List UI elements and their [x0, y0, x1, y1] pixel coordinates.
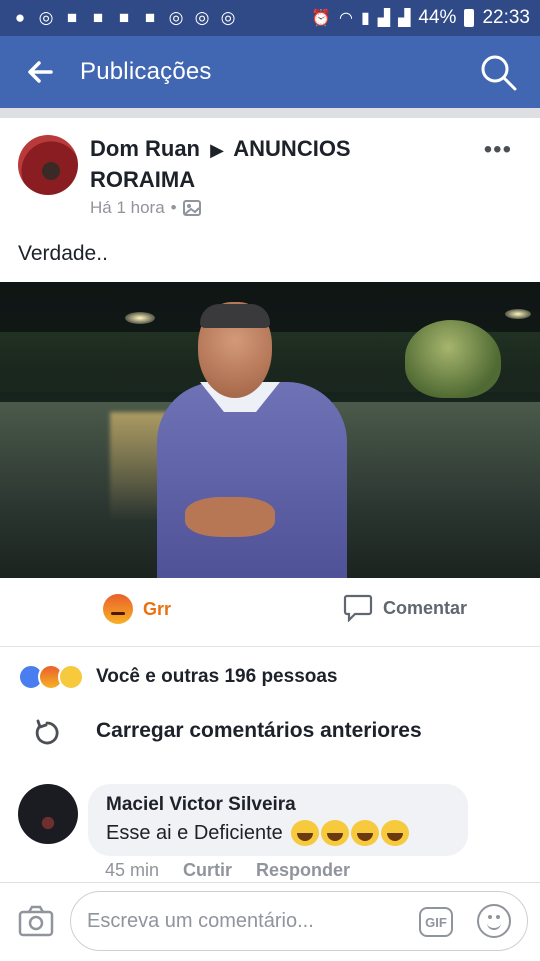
laughing-emoji-group	[290, 820, 411, 846]
facebook-icon: ■	[66, 8, 78, 27]
eye-icon: ◎	[194, 8, 210, 27]
eye-icon: ◎	[220, 8, 236, 27]
author-avatar[interactable]	[18, 135, 78, 195]
load-previous-label: Carregar comentários anteriores	[96, 719, 422, 742]
comment-composer: Escreva um comentário... GIF	[0, 882, 540, 961]
haha-icon	[58, 664, 84, 690]
laughing-emoji-icon	[320, 820, 349, 846]
comment-input[interactable]: Escreva um comentário... GIF	[70, 891, 528, 951]
privacy-icon	[182, 200, 201, 216]
reaction-label: Grr	[143, 598, 172, 619]
street-light	[125, 312, 155, 324]
app-bar: Publicações	[0, 36, 540, 108]
comment-text: Esse ai e Deficiente	[106, 820, 450, 846]
post-video[interactable]	[0, 282, 540, 578]
laughing-emoji-icon	[380, 820, 409, 846]
comment-icon	[343, 594, 373, 622]
battery-percentage: 44%	[418, 7, 457, 28]
status-bar: ● ◎ ■ ■ ■ ■ ◎ ◎ ◎ ⏰ ◠ ▮ ▟ ▟ 44% 22:33	[0, 0, 540, 36]
laughing-emoji-icon	[290, 820, 319, 846]
refresh-icon	[35, 719, 59, 745]
notification-icons: ● ◎ ■ ■ ■ ■ ◎ ◎ ◎	[10, 9, 238, 27]
commenter-name[interactable]: Maciel Victor Silveira	[106, 794, 450, 816]
post-time[interactable]: Há 1 hora	[90, 198, 165, 218]
sticker-icon[interactable]	[477, 904, 511, 938]
reaction-button[interactable]: Grr	[103, 594, 171, 624]
like-comment-button[interactable]: Curtir	[183, 860, 232, 881]
wifi-icon: ◠	[339, 10, 353, 27]
comment-bubble[interactable]: Maciel Victor Silveira Esse ai e Deficie…	[88, 784, 468, 856]
sim-icon: ▮	[360, 10, 370, 27]
signal-icon: ▟	[398, 10, 411, 27]
topiary-bush	[405, 320, 501, 398]
more-options-button[interactable]: •••	[484, 136, 512, 164]
comment-label: Comentar	[383, 597, 468, 618]
comment-placeholder: Escreva um comentário...	[87, 909, 314, 932]
man-hands	[185, 497, 275, 537]
post-actions: Grr Comentar	[0, 578, 540, 647]
angry-reaction-icon	[103, 594, 133, 624]
eye-icon: ◎	[38, 8, 54, 27]
man-hair	[200, 304, 270, 328]
eye-icon: ◎	[168, 8, 184, 27]
comment-button[interactable]: Comentar	[343, 594, 467, 622]
reactions-summary[interactable]: Você e outras 196 pessoas	[18, 664, 338, 690]
separator-dot: •	[170, 198, 177, 217]
back-arrow-icon	[28, 61, 53, 83]
post-meta: Há 1 hora •	[90, 198, 201, 218]
facebook-icon: ■	[92, 8, 104, 27]
comment-meta: 45 min Curtir Responder	[105, 860, 350, 881]
author-name[interactable]: Dom Ruan	[90, 136, 200, 161]
page-title: Publicações	[80, 58, 212, 85]
camera-icon[interactable]	[18, 905, 54, 937]
post-header: Dom Ruan ▶ ANUNCIOS RORAIMA	[90, 134, 390, 194]
search-icon[interactable]	[480, 54, 518, 92]
alarm-icon: ⏰	[311, 10, 332, 27]
facebook-icon: ■	[144, 8, 156, 27]
reply-comment-button[interactable]: Responder	[256, 860, 350, 881]
back-button[interactable]	[0, 36, 80, 108]
comment-body: Esse ai e Deficiente	[106, 821, 283, 844]
comment-time: 45 min	[105, 860, 160, 880]
post-text: Verdade..	[18, 242, 108, 265]
street-light	[505, 309, 531, 319]
battery-icon	[464, 9, 475, 27]
reactions-text: Você e outras 196 pessoas	[96, 666, 338, 687]
laughing-emoji-icon	[350, 820, 379, 846]
load-previous-comments[interactable]: Carregar comentários anteriores	[0, 712, 540, 754]
signal-icon: ▟	[377, 10, 391, 27]
gif-button[interactable]: GIF	[419, 907, 453, 937]
chat-icon: ●	[14, 8, 26, 27]
clock: 22:33	[482, 7, 530, 28]
facebook-icon: ■	[118, 8, 130, 27]
arrow-right-icon: ▶	[210, 140, 224, 160]
commenter-avatar[interactable]	[18, 784, 78, 844]
divider	[0, 108, 540, 118]
